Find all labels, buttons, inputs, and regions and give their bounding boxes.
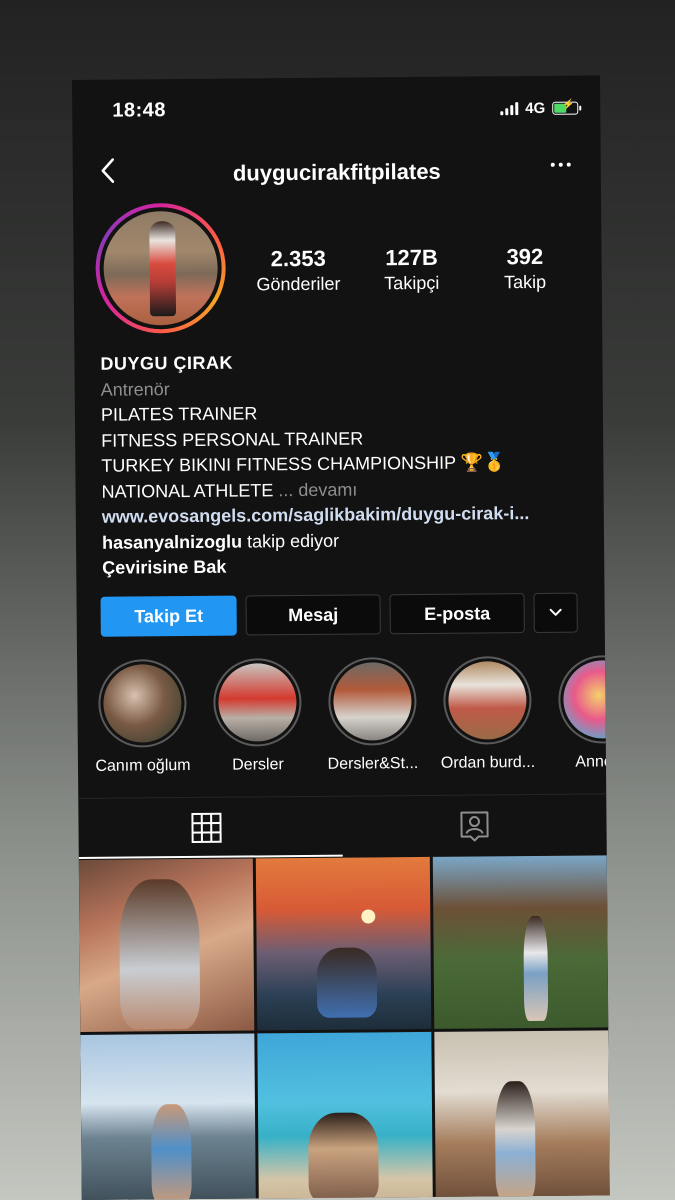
stat-following[interactable]: 392 Takip: [468, 244, 582, 294]
status-bar: 18:48 4G ⚡: [72, 75, 601, 140]
highlight-label: Ordan burd...: [440, 753, 536, 772]
stat-label: Takip: [503, 271, 547, 293]
status-indicators: 4G ⚡: [500, 99, 579, 118]
ellipsis-icon[interactable]: [550, 160, 575, 170]
battery-icon: ⚡: [552, 100, 579, 115]
post-thumbnail[interactable]: [78, 858, 255, 1032]
email-button[interactable]: E-posta: [389, 593, 525, 635]
stat-value: 392: [506, 243, 544, 270]
message-button[interactable]: Mesaj: [245, 594, 381, 636]
suggested-dropdown-button[interactable]: [533, 592, 578, 633]
stat-value: 2.353: [270, 245, 326, 272]
highlight-item[interactable]: Dersler: [202, 658, 313, 775]
status-time: 18:48: [112, 99, 167, 122]
more-link[interactable]: ... devamı: [278, 479, 357, 500]
profile-actions: Takip Et Mesaj E-posta: [100, 592, 581, 637]
tagged-person-icon: [460, 811, 489, 842]
followed-by-user: hasanyalnizoglu: [101, 531, 243, 553]
nav-bar: duygucirakfitpilates: [73, 145, 601, 200]
bio-line: NATIONAL ATHLETE: [101, 479, 274, 502]
highlight-cover: [448, 661, 527, 740]
story-highlights: Canım oğlum Dersler Dersler&St... Ordan …: [77, 655, 610, 780]
post-thumbnail[interactable]: [432, 855, 609, 1029]
chevron-down-icon: [549, 608, 562, 616]
post-thumbnail[interactable]: [80, 1033, 256, 1200]
post-thumbnail[interactable]: [434, 1030, 610, 1200]
signal-icon: [500, 102, 519, 116]
highlight-label: Dersler&St...: [327, 755, 419, 773]
network-type: 4G: [525, 99, 546, 118]
post-thumbnail[interactable]: [257, 1031, 433, 1200]
stat-label: Gönderiler: [256, 273, 341, 295]
stat-value: 127B: [385, 244, 438, 271]
bio-website-link[interactable]: www.evosangels.com/saglikbakim/duygu-cir…: [102, 500, 592, 530]
highlight-cover: [563, 660, 610, 739]
followed-by-text: takip ediyor: [241, 530, 340, 552]
post-thumbnail[interactable]: [255, 856, 432, 1031]
highlight-label: Anneoğ: [575, 753, 610, 771]
avatar: [103, 210, 219, 326]
stat-posts[interactable]: 2.353 Gönderiler: [241, 246, 355, 296]
profile-tabs: [78, 793, 607, 859]
tab-posts-grid[interactable]: [78, 796, 343, 859]
highlight-item[interactable]: Canım oğlum: [87, 659, 198, 776]
highlight-label: Canım oğlum: [95, 756, 191, 775]
story-ring[interactable]: [95, 202, 227, 334]
highlight-cover: [218, 663, 297, 742]
posts-grid: [78, 855, 610, 1200]
highlight-item[interactable]: Dersler&St...: [317, 657, 428, 774]
stat-label: Takipçi: [384, 272, 440, 294]
stat-followers[interactable]: 127B Takipçi: [355, 245, 469, 295]
phone-screen: 18:48 4G ⚡ duygucirakfitpilates 2.353 Gö…: [72, 75, 610, 1200]
highlight-cover: [103, 664, 182, 743]
grid-icon: [191, 812, 222, 843]
profile-bio: DUYGU ÇIRAK Antrenör PILATES TRAINER FIT…: [100, 347, 592, 581]
follow-button[interactable]: Takip Et: [100, 595, 237, 637]
translate-link[interactable]: Çevirisine Bak: [102, 551, 592, 581]
highlight-label: Dersler: [232, 756, 284, 774]
profile-stats: 2.353 Gönderiler 127B Takipçi 392 Takip: [241, 244, 581, 296]
highlight-item[interactable]: Anneoğ: [547, 655, 610, 772]
highlight-item[interactable]: Ordan burd...: [432, 656, 543, 773]
highlight-cover: [333, 662, 412, 741]
profile-username: duygucirakfitpilates: [232, 158, 441, 186]
tab-tagged[interactable]: [342, 794, 607, 856]
